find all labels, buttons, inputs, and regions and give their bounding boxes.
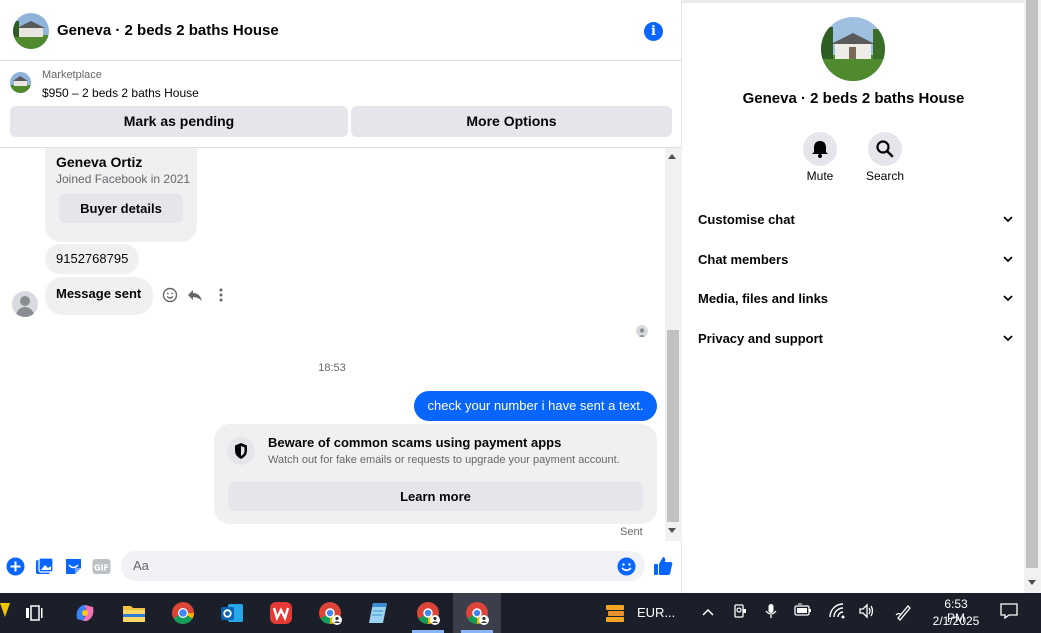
like-icon[interactable] [653,556,673,576]
copilot-icon[interactable] [61,593,109,633]
buyer-joined: Joined Facebook in 2021 [56,172,191,186]
marketplace-banner: Marketplace $950 – 2 beds 2 baths House … [0,62,682,148]
privacy-support-label: Privacy and support [698,331,823,346]
conversation-info-panel: Geneva · 2 beds 2 baths House Mute Searc… [683,3,1024,593]
photo-icon[interactable] [35,557,54,576]
message-sent-bubble[interactable]: Message sent [45,277,153,315]
chat-title[interactable]: Geneva · 2 beds 2 baths House [57,22,279,39]
page-scroll-thumb[interactable] [1026,0,1038,568]
notepad-icon[interactable] [355,593,403,633]
gif-icon[interactable]: GIF [92,557,111,576]
reply-icon[interactable] [187,287,203,307]
buyer-card: Geneva Ortiz Joined Facebook in 2021 Buy… [45,148,197,242]
chat-scrollbar[interactable] [665,148,682,541]
scam-warning: Beware of common scams using payment app… [214,424,657,524]
emoji-icon[interactable] [617,557,636,576]
search-label: Search [865,169,905,183]
mute-button[interactable] [803,132,837,166]
marketplace-label: Marketplace [42,69,102,81]
message-timestamp: 18:53 [318,362,346,374]
search-button[interactable] [868,132,902,166]
weather-label[interactable]: EUR... [637,605,675,620]
wifi-icon[interactable] [827,603,847,623]
sender-avatar[interactable] [12,291,38,317]
seen-avatar-icon [636,325,648,337]
scroll-up-icon[interactable] [668,154,676,159]
buyer-name: Geneva Ortiz [56,154,143,170]
volume-icon[interactable] [857,603,877,623]
message-list: Geneva Ortiz Joined Facebook in 2021 Buy… [0,148,665,541]
more-options-button[interactable]: More Options [351,106,672,137]
chat-scroll-thumb[interactable] [667,330,679,522]
page-scroll-down-icon[interactable] [1028,580,1036,585]
listing-price[interactable]: $950 – 2 beds 2 baths House [42,86,199,100]
scroll-down-icon[interactable] [668,528,676,533]
customise-chat-section[interactable]: Customise chat [698,212,1013,232]
messenger-window: Geneva · 2 beds 2 baths House i Marketpl… [0,0,1041,633]
more-icon[interactable] [214,287,230,307]
chevron-down-icon [1003,256,1013,263]
marketplace-thumbnail [10,72,31,93]
chat-header: Geneva · 2 beds 2 baths House i [0,3,682,61]
wps-office-icon[interactable] [257,593,305,633]
search-icon [876,140,894,158]
chevron-up-icon[interactable] [698,603,718,623]
shield-icon [227,437,255,465]
chevron-down-icon [1003,295,1013,302]
windows-taskbar: EUR... 6:53 PM 2/1/2025 [0,593,1041,633]
learn-more-button[interactable]: Learn more [228,482,643,511]
start-edge-icon[interactable] [0,603,10,617]
meet-now-icon[interactable] [730,603,750,623]
chevron-down-icon [1003,335,1013,342]
listing-avatar [821,17,885,81]
react-icon[interactable] [162,287,178,307]
chat-members-label: Chat members [698,252,789,267]
media-files-links-label: Media, files and links [698,291,829,306]
file-explorer-icon[interactable] [110,593,158,633]
sent-status: Sent [620,526,643,538]
plus-icon[interactable] [6,557,25,576]
media-files-links-section[interactable]: Media, files and links [698,291,1013,311]
chrome-active-icon[interactable] [453,593,501,633]
chat-pane: Geneva · 2 beds 2 baths House i Marketpl… [0,0,682,593]
outgoing-message[interactable]: check your number i have sent a text. [414,391,657,421]
page-scrollbar[interactable] [1024,0,1041,593]
chevron-down-icon [1003,216,1013,223]
mark-pending-button[interactable]: Mark as pending [10,106,348,137]
battery-icon[interactable] [793,603,813,623]
microphone-icon[interactable] [761,603,781,623]
outlook-icon[interactable] [208,593,256,633]
bell-icon [812,141,828,158]
pen-icon[interactable] [894,603,914,623]
composer: GIF Aa [0,541,682,593]
phone-message[interactable]: 9152768795 [45,244,139,274]
customise-chat-label: Customise chat [698,212,795,227]
info-icon[interactable]: i [644,22,663,41]
task-view-icon[interactable] [11,593,59,633]
clock-date[interactable]: 2/1/2025 [930,614,982,628]
listing-thumbnail[interactable] [13,13,49,49]
info-panel-title: Geneva · 2 beds 2 baths House [742,90,965,107]
warning-body: Watch out for fake emails or requests to… [268,454,620,466]
chrome-profile-icon[interactable] [306,593,354,633]
svg-text:GIF: GIF [94,564,109,573]
warning-title: Beware of common scams using payment app… [268,435,562,450]
weather-icon[interactable] [604,602,626,629]
chrome-icon[interactable] [159,593,207,633]
privacy-support-section[interactable]: Privacy and support [698,331,1013,351]
message-input[interactable]: Aa [121,551,645,581]
sticker-icon[interactable] [64,557,83,576]
notification-icon[interactable] [999,603,1019,623]
mute-label: Mute [806,169,834,183]
chat-members-section[interactable]: Chat members [698,252,1013,272]
chrome-profile-2-icon[interactable] [404,593,452,633]
buyer-details-button[interactable]: Buyer details [59,194,183,223]
